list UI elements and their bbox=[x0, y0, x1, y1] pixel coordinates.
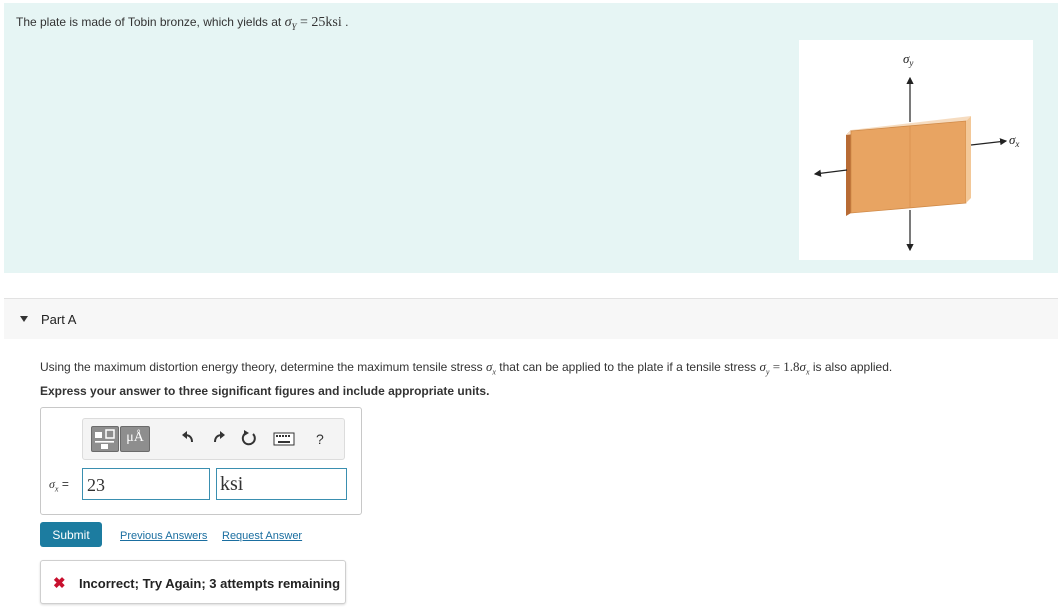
instruction-text: Express your answer to three significant… bbox=[40, 384, 490, 398]
problem-panel: The plate is made of Tobin bronze, which… bbox=[4, 3, 1058, 273]
collapse-triangle-icon[interactable] bbox=[20, 316, 28, 322]
sigma-x-right-arrow bbox=[970, 138, 1008, 146]
keyboard-icon[interactable] bbox=[273, 432, 295, 449]
submit-button[interactable]: Submit bbox=[40, 522, 102, 547]
math-toolbar: μÅ ? bbox=[82, 418, 345, 460]
reset-icon[interactable] bbox=[240, 429, 258, 450]
yield-symbol: σY bbox=[284, 15, 297, 32]
question-relation: = 1.8 bbox=[769, 359, 800, 374]
feedback-message: ✖ Incorrect; Try Again; 3 attempts remai… bbox=[40, 560, 346, 604]
sigma-y-label: σy bbox=[903, 51, 913, 68]
question-var-x: σx bbox=[485, 359, 496, 377]
question-var-y: σy bbox=[759, 359, 770, 377]
request-answer-link[interactable]: Request Answer bbox=[222, 530, 302, 542]
previous-answers-link[interactable]: Previous Answers bbox=[120, 530, 207, 542]
question-var-x2: σx bbox=[799, 359, 810, 377]
problem-statement: The plate is made of Tobin bronze, which… bbox=[16, 15, 348, 32]
redo-icon[interactable] bbox=[211, 429, 227, 448]
undo-icon[interactable] bbox=[180, 429, 196, 448]
answer-box: μÅ ? σx = 23 ksi bbox=[40, 407, 362, 515]
plate-front bbox=[850, 120, 967, 214]
units-button[interactable]: μÅ bbox=[120, 426, 150, 452]
problem-text-prefix: The plate is made of Tobin bronze, which… bbox=[16, 15, 282, 29]
value-input[interactable]: 23 bbox=[82, 468, 210, 500]
feedback-text: Incorrect; Try Again; 3 attempts remaini… bbox=[79, 576, 341, 591]
plate-right-edge bbox=[966, 116, 971, 203]
help-icon[interactable]: ? bbox=[316, 431, 324, 447]
plate-figure: σy σx bbox=[799, 40, 1033, 260]
part-a-header[interactable]: Part A bbox=[4, 298, 1058, 339]
question-text: Using the maximum distortion energy theo… bbox=[40, 359, 893, 377]
sigma-x-label: σx bbox=[1009, 132, 1019, 149]
answer-variable-label: σx = bbox=[49, 477, 69, 494]
problem-text-suffix: . bbox=[341, 15, 349, 29]
templates-icon[interactable] bbox=[91, 426, 119, 452]
incorrect-icon: ✖ bbox=[53, 575, 66, 592]
yield-value: = 25ksi bbox=[296, 15, 342, 30]
sigma-x-left-arrow bbox=[813, 169, 848, 177]
plate-diagram: σy σx bbox=[813, 51, 1019, 252]
unit-input[interactable]: ksi bbox=[216, 468, 347, 500]
plate-side bbox=[846, 130, 851, 216]
part-title: Part A bbox=[41, 312, 77, 327]
